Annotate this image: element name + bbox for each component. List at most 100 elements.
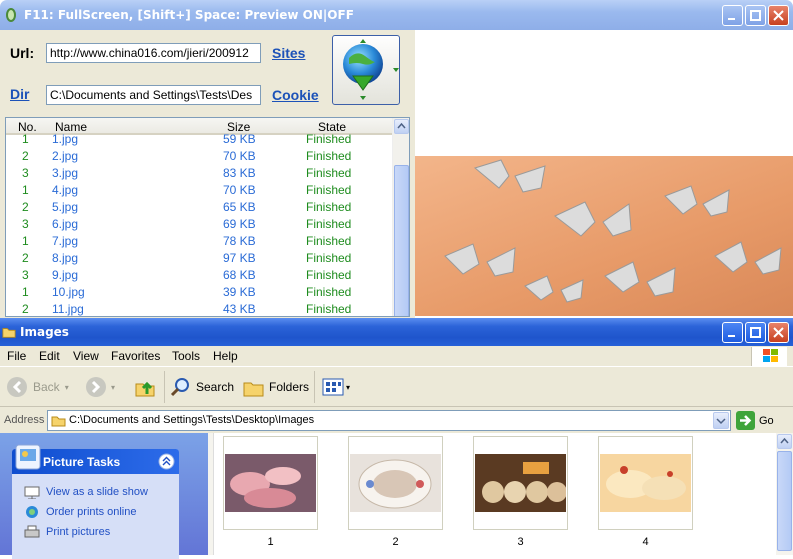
menu-help[interactable]: Help (213, 349, 238, 363)
download-row[interactable]: 2 11.jpg 43 KB Finished (6, 301, 392, 316)
thumbnail-4-image (600, 454, 691, 512)
download-row-state: Finished (306, 302, 352, 316)
maximize-icon (750, 10, 761, 21)
back-label: Back (33, 380, 60, 394)
collapse-chevron-icon[interactable] (158, 453, 175, 470)
chevron-down-icon (716, 418, 726, 425)
menu-favorites[interactable]: Favorites (111, 349, 160, 363)
download-row-name: 5.jpg (52, 200, 79, 214)
close-button[interactable] (768, 5, 789, 26)
address-label: Address (4, 414, 45, 426)
back-dropdown-icon[interactable]: ▾ (65, 383, 69, 392)
thumbnail-2[interactable] (348, 436, 443, 530)
thumbnail-4[interactable] (598, 436, 693, 530)
search-button[interactable]: Search (170, 376, 234, 398)
order-prints-icon (26, 506, 38, 518)
download-row[interactable]: 3 3.jpg 83 KB Finished (6, 165, 392, 182)
file-view-scrollbar[interactable] (776, 433, 793, 555)
download-row-state: Finished (306, 285, 352, 299)
minimize-icon (728, 18, 735, 20)
explorer-title-bar[interactable]: Images (0, 318, 793, 346)
download-row[interactable]: 2 8.jpg 97 KB Finished (6, 250, 392, 267)
dir-link[interactable]: Dir (10, 86, 29, 102)
download-row-name: 3.jpg (52, 166, 79, 180)
address-dropdown-button[interactable] (713, 412, 729, 429)
explorer-close-button[interactable] (768, 322, 789, 343)
download-row-state: Finished (306, 149, 352, 163)
address-folder-icon (51, 416, 66, 427)
back-arrow-icon (7, 377, 27, 397)
download-row-no: 2 (22, 200, 29, 214)
download-row[interactable]: 3 9.jpg 68 KB Finished (6, 267, 392, 284)
file-label-4[interactable]: 4 (598, 536, 693, 548)
preview-bows-image (444, 159, 782, 303)
menu-bar: File Edit View Favorites Tools Help (0, 346, 793, 366)
cookie-link[interactable]: Cookie (272, 87, 319, 103)
address-input[interactable]: C:\Documents and Settings\Tests\Desktop\… (47, 410, 731, 431)
download-row-size: 59 KB (223, 132, 256, 146)
url-input[interactable]: http://www.china016.com/jieri/200912 (46, 43, 261, 63)
search-label: Search (196, 380, 235, 394)
task-order-prints[interactable]: Order prints online (46, 506, 137, 518)
forward-arrow-icon (86, 377, 106, 397)
download-row-state: Finished (306, 132, 352, 146)
download-row-no: 3 (22, 217, 29, 231)
windows-logo (751, 347, 787, 366)
maximize-button[interactable] (745, 5, 766, 26)
menu-edit[interactable]: Edit (39, 349, 60, 363)
download-row-size: 70 KB (223, 183, 256, 197)
picture-tasks-header[interactable]: Picture Tasks (12, 444, 179, 474)
minimize-button[interactable] (722, 5, 743, 26)
file-label-3[interactable]: 3 (473, 536, 568, 548)
download-row-name: 8.jpg (52, 251, 79, 265)
forward-button[interactable]: ▾ (85, 376, 115, 398)
explorer-maximize-button[interactable] (745, 322, 766, 343)
downloader-window: F11: FullScreen, [Shift+] Space: Preview… (0, 0, 793, 330)
maximize-icon (750, 327, 761, 338)
menu-file[interactable]: File (7, 349, 26, 363)
file-label-2[interactable]: 2 (348, 536, 443, 548)
download-row-no: 2 (22, 302, 29, 316)
menu-view[interactable]: View (73, 349, 99, 363)
download-row-state: Finished (306, 234, 352, 248)
download-go-button[interactable] (332, 35, 400, 105)
back-button[interactable]: Back ▾ (6, 376, 69, 398)
dir-input[interactable]: C:\Documents and Settings\Tests\Des (46, 85, 261, 105)
download-row[interactable]: 3 6.jpg 69 KB Finished (6, 216, 392, 233)
go-button[interactable]: Go (736, 411, 774, 430)
task-print-pictures[interactable]: Print pictures (46, 526, 110, 538)
downloader-title-bar[interactable]: F11: FullScreen, [Shift+] Space: Preview… (0, 0, 793, 30)
thumbnail-3-image (475, 454, 566, 512)
explorer-minimize-button[interactable] (722, 322, 743, 343)
download-row-name: 6.jpg (52, 217, 79, 231)
picture-tasks-title: Picture Tasks (43, 455, 121, 469)
download-row[interactable]: 2 5.jpg 65 KB Finished (6, 199, 392, 216)
download-row[interactable]: 1 10.jpg 39 KB Finished (6, 284, 392, 301)
task-slideshow[interactable]: View as a slide show (46, 486, 148, 498)
download-row-name: 7.jpg (52, 234, 79, 248)
explorer-window: Images File Edit View Favorites Tools He… (0, 318, 793, 559)
slideshow-icon (24, 486, 40, 499)
folders-button[interactable]: Folders (243, 376, 309, 398)
downloader-title: F11: FullScreen, [Shift+] Space: Preview… (24, 8, 354, 22)
download-row-no: 3 (22, 268, 29, 282)
download-row-no: 1 (22, 132, 29, 146)
menu-tools[interactable]: Tools (172, 349, 200, 363)
download-row[interactable]: 1 1.jpg 59 KB Finished (6, 131, 392, 148)
download-row-state: Finished (306, 268, 352, 282)
thumbnail-3[interactable] (473, 436, 568, 530)
forward-dropdown-icon[interactable]: ▾ (111, 383, 115, 392)
globe-download-icon (343, 39, 399, 100)
download-row-no: 1 (22, 183, 29, 197)
thumbnail-2-image (350, 454, 441, 512)
download-list-scrollbar[interactable] (392, 118, 409, 316)
thumbnail-1[interactable] (223, 436, 318, 530)
download-row[interactable]: 2 2.jpg 70 KB Finished (6, 148, 392, 165)
file-label-1[interactable]: 1 (223, 536, 318, 548)
up-folder-icon[interactable] (134, 376, 156, 398)
search-icon (170, 378, 189, 397)
download-row[interactable]: 1 7.jpg 78 KB Finished (6, 233, 392, 250)
download-row[interactable]: 1 4.jpg 70 KB Finished (6, 182, 392, 199)
sites-link[interactable]: Sites (272, 45, 305, 61)
views-button[interactable]: ▾ (322, 376, 350, 398)
